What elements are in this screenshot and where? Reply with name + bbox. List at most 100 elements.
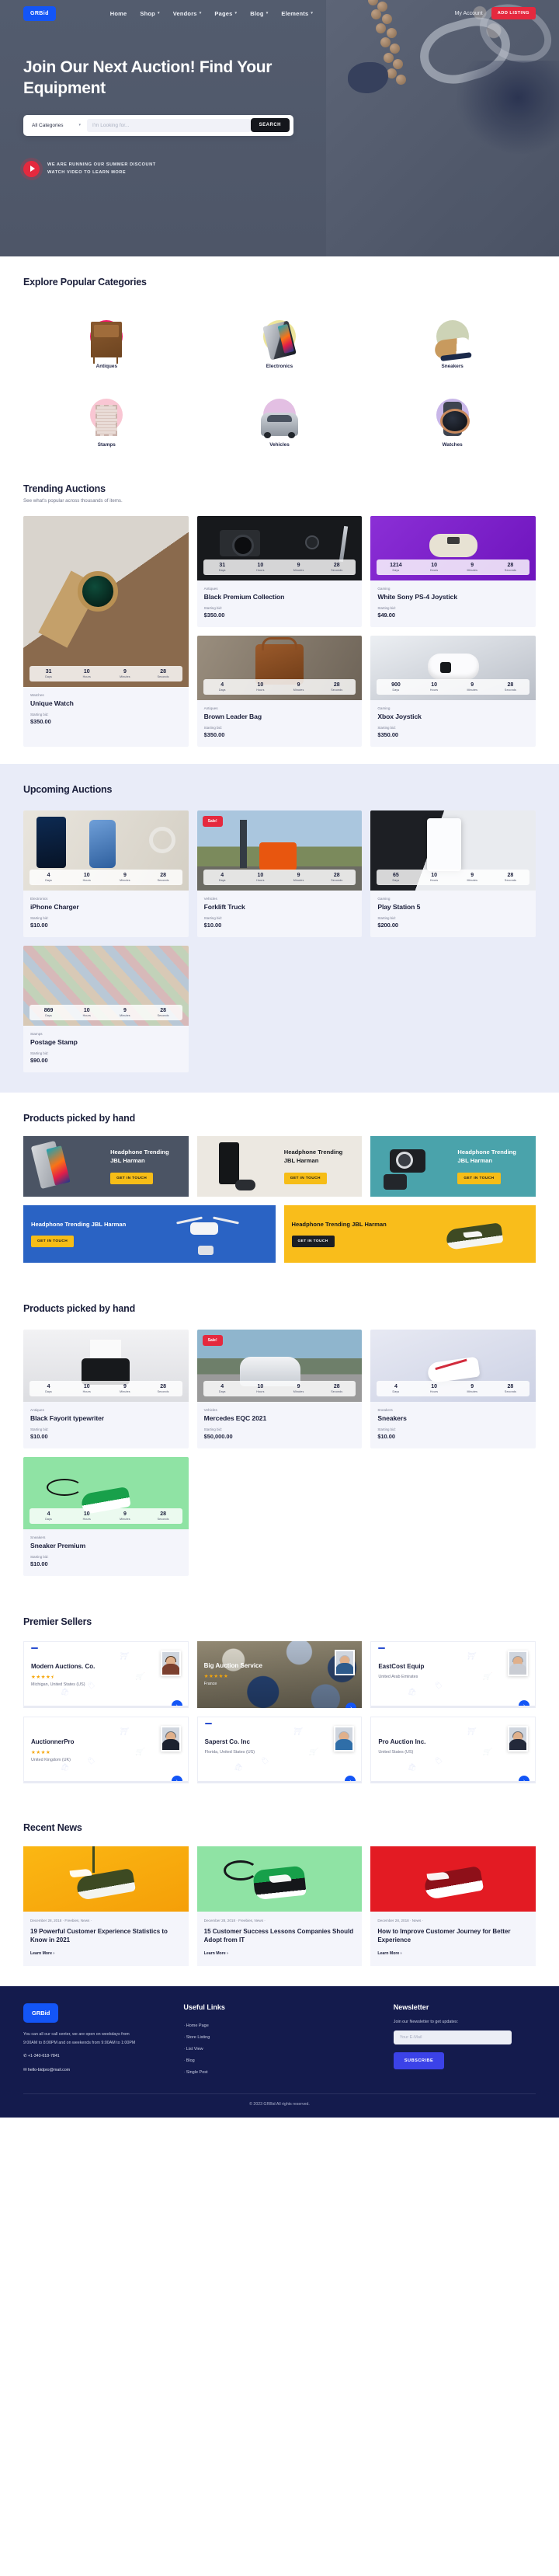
auction-category: Stamps <box>30 1032 43 1036</box>
learn-more-link[interactable]: Learn More › <box>204 1951 356 1956</box>
news-card[interactable]: December 28, 2018 · News · How to Improv… <box>370 1846 536 1967</box>
footer-link-single-post[interactable]: Single Post <box>183 2066 382 2078</box>
promo-banner[interactable]: Headphone Trending JBL Harman GET IN TOU… <box>196 1136 363 1197</box>
footer-phone[interactable]: ✆ +1-340-618-7841 <box>23 2052 172 2062</box>
play-icon[interactable] <box>23 160 40 177</box>
seller-next-button[interactable]: › <box>171 1700 182 1706</box>
seller-next-button[interactable]: › <box>345 1776 356 1781</box>
footer-email[interactable]: ✉ hello-bidpro@mail.com <box>23 2066 172 2076</box>
footer-link-home-page[interactable]: Home Page <box>183 2020 382 2031</box>
auction-card[interactable]: 4 Days 10 Hours 9 Minutes 28 Seconds Sneaker… <box>23 1457 189 1576</box>
avatar <box>508 1651 528 1676</box>
seller-card[interactable]: ⛩ 🛒 🏷 🛍 Modern Auctions. Co. ★★★★⯨ Michigan… <box>23 1641 189 1708</box>
get-in-touch-button[interactable]: GET IN TOUCH <box>110 1172 154 1184</box>
auction-card[interactable]: Sale! 4 Days 10 Hours 9 Minutes 28 Seconds V… <box>196 810 363 937</box>
search-input[interactable] <box>86 118 251 132</box>
seller-next-button[interactable]: › <box>519 1700 529 1706</box>
seller-card[interactable]: ⛩ 🛒 🏷 🛍 Saperst Co. Inc Florida, United Sta… <box>196 1717 363 1783</box>
nav-item-home[interactable]: Home <box>110 10 127 17</box>
auction-category: Gaming <box>377 897 391 901</box>
footer-link-blog[interactable]: Blog <box>183 2055 382 2066</box>
auction-card[interactable]: 4 Days 10 Hours 9 Minutes 28 Seconds Antique… <box>23 1330 189 1448</box>
video-promo-line-2: WATCH VIDEO TO LEARN MORE <box>47 170 127 176</box>
news-card[interactable]: December 28, 2018 · Freebies, News · 15 … <box>196 1846 363 1967</box>
auction-card[interactable]: 31 Days 10 Hours 9 Minutes 28 Seconds Antiqu… <box>196 516 363 627</box>
promo-heading: Headphone Trending JBL Harman <box>283 1149 343 1164</box>
nav-item-elements[interactable]: Elements ▾ <box>281 10 313 17</box>
countdown-timer: 900 Days 10 Hours 9 Minutes 28 Seconds <box>377 679 529 695</box>
nav-item-shop[interactable]: Shop ▾ <box>140 10 159 17</box>
countdown-timer: 31 Days 10 Hours 9 Minutes 28 Seconds <box>30 666 182 681</box>
site-logo[interactable]: GRBid <box>23 5 56 21</box>
auction-price: $10.00 <box>30 1560 48 1567</box>
get-in-touch-button[interactable]: GET IN TOUCH <box>31 1236 75 1248</box>
promo-banner[interactable]: Headphone Trending JBL Harman GET IN TOU… <box>283 1205 536 1263</box>
auction-card[interactable]: 869 Days 10 Hours 9 Minutes 28 Seconds Stamp… <box>23 946 189 1072</box>
seller-next-button[interactable]: › <box>171 1776 182 1781</box>
bid-label: Starting bid: <box>377 916 396 920</box>
learn-more-link[interactable]: Learn More › <box>30 1951 182 1956</box>
category-card-antiques[interactable]: Antiques <box>23 305 190 377</box>
subscribe-button[interactable]: SUBSCRIBE <box>393 2052 445 2070</box>
get-in-touch-button[interactable]: GET IN TOUCH <box>291 1236 335 1248</box>
avatar <box>508 1726 528 1752</box>
newsletter-email-input[interactable] <box>393 2030 512 2045</box>
auction-card[interactable]: 4 Days 10 Hours 9 Minutes 28 Seconds Electro… <box>23 810 189 937</box>
footer-link-store-listing[interactable]: Store Listing <box>183 2031 382 2043</box>
seller-accent-bar <box>204 1723 212 1724</box>
promo-banner[interactable]: Headphone Trending JBL Harman GET IN TOU… <box>370 1136 536 1197</box>
news-headline: 15 Customer Success Lessons Companies Sh… <box>203 1928 354 1944</box>
footer-link-list-view[interactable]: List View <box>183 2043 382 2055</box>
seller-card[interactable]: ⛩ 🛒 🏷 🛍 Pro Auction Inc. United States (US)… <box>370 1717 536 1783</box>
bid-label: Starting bid: <box>30 713 49 716</box>
recent-news-section: Recent News December 28, 2018 · Freebies… <box>0 1802 559 1987</box>
category-label: Electronics <box>266 364 293 369</box>
auction-card[interactable]: 1214 Days 10 Hours 9 Minutes 28 Seconds Gami… <box>370 516 536 627</box>
auction-category: Antiques <box>203 587 218 591</box>
seller-location: Michigan, United States (US) <box>31 1682 85 1687</box>
seller-card[interactable]: ⛩ 🛒 🏷 🛍 AuctionnerPro ★★★★ United Kingdom (… <box>23 1717 189 1783</box>
sale-badge: Sale! <box>202 1335 223 1346</box>
learn-more-link[interactable]: Learn More › <box>377 1951 529 1956</box>
auction-title: Forklift Truck <box>203 903 245 911</box>
auction-card[interactable]: 65 Days 10 Hours 9 Minutes 28 Seconds Gaming… <box>370 810 536 937</box>
seller-next-button[interactable]: › <box>519 1776 529 1781</box>
category-card-sneakers[interactable]: Sneakers <box>369 305 536 377</box>
nav-item-pages[interactable]: Pages ▾ <box>214 10 237 17</box>
promo-banner[interactable]: Headphone Trending JBL Harman GET IN TOU… <box>23 1136 189 1197</box>
seller-card[interactable]: Big Auction Service ★★★★★ France › <box>196 1641 363 1708</box>
footer-logo[interactable]: GRBid <box>23 2003 59 2024</box>
video-promo[interactable]: WE ARE RUNNING OUR SUMMER DISCOUNT WATCH… <box>23 160 536 177</box>
phone-icon: ✆ <box>23 2054 27 2059</box>
footer-links-list: Home Page Store Listing List View Blog S… <box>183 2020 382 2078</box>
avatar <box>160 1651 181 1676</box>
seller-card[interactable]: ⛩ 🛒 🏷 🛍 EastCost Equip United Arab Emirates… <box>370 1641 536 1708</box>
promo-banner[interactable]: Headphone Trending JBL Harman GET IN TOU… <box>23 1205 276 1263</box>
auction-card[interactable]: Sale! 4 Days 10 Hours 9 Minutes 28 Seconds V… <box>196 1330 363 1448</box>
add-listing-button[interactable]: ADD LISTING <box>491 7 536 19</box>
auction-card[interactable]: 4 Days 10 Hours 9 Minutes 28 Seconds Antique… <box>196 636 363 747</box>
category-select[interactable]: All Categories ▾ <box>32 123 87 128</box>
seller-location: France <box>203 1682 217 1686</box>
auction-title: Play Station 5 <box>377 903 421 911</box>
category-card-stamps[interactable]: Stamps <box>23 383 190 455</box>
nav-item-vendors[interactable]: Vendors ▾ <box>173 10 202 17</box>
auction-card[interactable]: 4 Days 10 Hours 9 Minutes 28 Seconds Sneaker… <box>370 1330 536 1448</box>
nav-item-blog[interactable]: Blog ▾ <box>250 10 268 17</box>
my-account-link[interactable]: My Account <box>455 11 483 16</box>
news-card[interactable]: December 28, 2018 · Freebies, News · 19 … <box>23 1846 189 1967</box>
category-label: Vehicles <box>269 442 290 448</box>
search-button[interactable]: SEARCH <box>250 118 290 133</box>
auction-card[interactable]: 900 Days 10 Hours 9 Minutes 28 Seconds Gamin… <box>370 636 536 747</box>
promo-text: Headphone Trending JBL Harman GET IN TOU… <box>23 1221 155 1248</box>
get-in-touch-button[interactable]: GET IN TOUCH <box>283 1172 327 1184</box>
category-card-electronics[interactable]: Electronics <box>196 305 363 377</box>
category-card-vehicles[interactable]: Vehicles <box>196 383 363 455</box>
auction-image: Sale! 4 Days 10 Hours 9 Minutes 28 Seconds <box>196 1330 363 1402</box>
footer-links-column: Useful Links Home Page Store Listing Lis… <box>183 2003 382 2078</box>
site-footer: GRBid You can all our call center, we ar… <box>0 1986 559 2118</box>
rating-stars: ★★★★ <box>31 1750 51 1755</box>
auction-card-feature[interactable]: 31 Days 10 Hours 9 Minutes 28 Seconds Watche… <box>23 516 189 747</box>
category-card-watches[interactable]: Watches <box>369 383 536 455</box>
get-in-touch-button[interactable]: GET IN TOUCH <box>457 1172 501 1184</box>
